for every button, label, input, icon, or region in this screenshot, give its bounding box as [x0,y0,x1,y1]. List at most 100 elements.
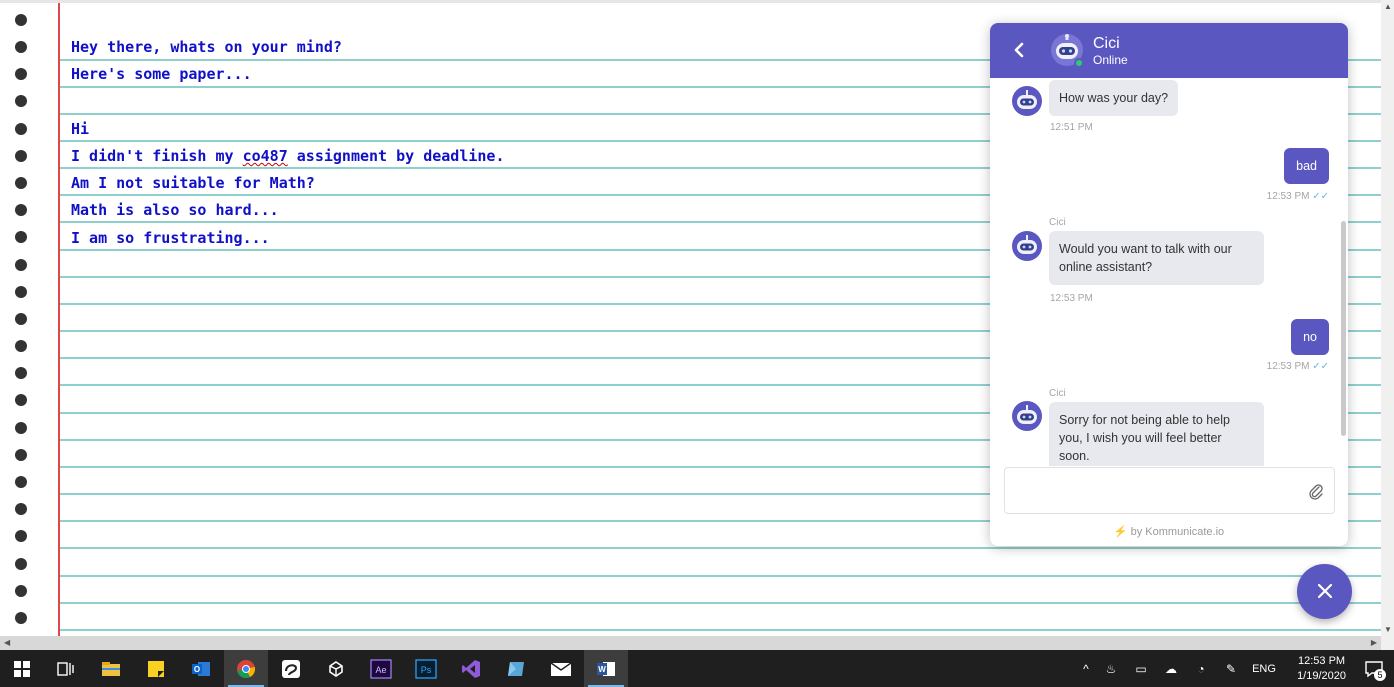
task-view-icon [57,661,74,676]
message-input[interactable] [1005,468,1285,513]
binder-hole [15,41,27,53]
rule-line [60,547,1381,549]
paperclip-icon[interactable] [1308,482,1324,500]
binder-hole [15,259,27,271]
sender-name: Cici [1049,217,1066,228]
unity-button[interactable] [314,650,358,687]
close-chat-button[interactable] [1297,564,1352,619]
note-line[interactable]: Am I not suitable for Math? [71,174,315,192]
network-activity-icon[interactable]: ♨ [1096,662,1126,676]
notification-count-badge: 5 [1374,669,1386,681]
rule-line [60,629,1381,631]
language-indicator[interactable]: ENG [1246,663,1282,675]
clock-time: 12:53 PM [1297,655,1346,667]
back-button[interactable] [1012,39,1028,61]
scroll-up-arrow[interactable]: ▲ [1384,2,1392,11]
scroll-left-arrow[interactable]: ◀ [4,638,10,647]
task-view-button[interactable] [44,650,88,687]
page-vertical-scrollbar[interactable]: ▲ ▼ [1381,0,1394,636]
binder-hole [15,68,27,80]
note-line[interactable]: Math is also so hard... [71,201,279,219]
folder-icon [102,661,120,676]
show-hidden-icons-icon[interactable]: ^ [1076,662,1096,676]
message-list[interactable]: How was your day? 12:51 PM bad 12:53 PM … [990,78,1348,466]
powered-by-text: by Kommunicate.io [1130,526,1225,538]
action-center-button[interactable]: 5 [1364,659,1386,681]
app-button[interactable] [494,650,538,687]
chrome-icon [237,659,256,678]
unity-icon [329,660,343,677]
bot-message-bubble: How was your day? [1049,80,1179,116]
visual-studio-button[interactable] [449,650,493,687]
message-composer [1004,467,1335,514]
message-list-scrollbar[interactable] [1341,221,1346,436]
note-line[interactable]: Here's some paper... [71,65,252,83]
binder-hole [15,449,27,461]
mail-button[interactable] [539,650,583,687]
agent-name: Cici [1093,35,1120,52]
wifi-icon[interactable]: ◔ [1186,662,1216,676]
rule-line [60,602,1381,604]
misspelled-word[interactable]: co487 [243,147,288,165]
binder-hole [15,123,27,135]
binder-hole [15,95,27,107]
start-button[interactable] [0,650,44,687]
app-icon [282,659,300,678]
photoshop-button[interactable]: Ps [404,650,448,687]
binder-hole [15,585,27,597]
svg-text:W: W [598,665,606,674]
app-button[interactable] [269,650,313,687]
binder-hole [15,476,27,488]
binder-hole [15,367,27,379]
binder-hole [15,286,27,298]
binder-hole [15,530,27,542]
binder-hole [15,394,27,406]
chrome-button[interactable] [224,650,268,687]
onedrive-icon[interactable]: ☁ [1156,662,1186,676]
message-time: 12:53 PM ✓✓ [1266,191,1329,202]
powered-by[interactable]: ⚡ by Kommunicate.io [990,525,1348,538]
windows-taskbar: O Ae Ps W ^ ♨ ▭ ☁ ◔ ✎ ENG 12:53 PM 1/19/… [0,650,1394,687]
message-time: 12:53 PM [1050,293,1093,304]
outlook-button[interactable]: O [179,650,223,687]
binder-hole [15,612,27,624]
binder-hole [15,204,27,216]
sender-name: Cici [1049,388,1066,399]
note-line[interactable]: I didn't finish my co487 assignment by d… [71,147,505,165]
scroll-right-arrow[interactable]: ▶ [1371,638,1377,647]
close-icon [1317,583,1332,599]
binder-hole [15,313,27,325]
battery-icon[interactable]: ▭ [1126,662,1156,676]
binder-hole [15,231,27,243]
binder-hole [15,558,27,570]
note-text: assignment by deadline. [287,147,505,165]
chat-widget: Cici Online How was your day? 12:51 PM b… [990,23,1348,546]
file-explorer-button[interactable] [89,650,133,687]
margin-line [58,3,60,636]
read-receipt-icon: ✓✓ [1312,191,1329,202]
svg-text:Ps: Ps [421,665,432,675]
bot-avatar-icon [1012,231,1042,261]
system-clock[interactable]: 12:53 PM 1/19/2020 [1297,654,1346,684]
word-icon: W [597,661,615,676]
page-horizontal-scrollbar[interactable]: ◀ ▶ [0,636,1381,650]
word-button[interactable]: W [584,650,628,687]
photoshop-icon: Ps [415,658,437,679]
online-status-dot [1074,58,1084,68]
rule-line [60,575,1381,577]
sticky-notes-button[interactable] [134,650,178,687]
note-line[interactable]: I am so frustrating... [71,229,270,247]
pen-icon[interactable]: ✎ [1216,662,1246,676]
scroll-down-arrow[interactable]: ▼ [1384,625,1392,634]
note-line[interactable]: Hi [71,120,89,138]
binder-hole [15,340,27,352]
windows-logo-icon [14,660,30,677]
after-effects-icon: Ae [370,658,392,679]
binder-hole [15,177,27,189]
agent-status: Online [1093,53,1128,67]
binder-hole [15,503,27,515]
svg-text:O: O [194,665,200,674]
after-effects-button[interactable]: Ae [359,650,403,687]
note-line[interactable]: Hey there, whats on your mind? [71,38,342,56]
user-message-bubble: bad [1284,148,1329,184]
